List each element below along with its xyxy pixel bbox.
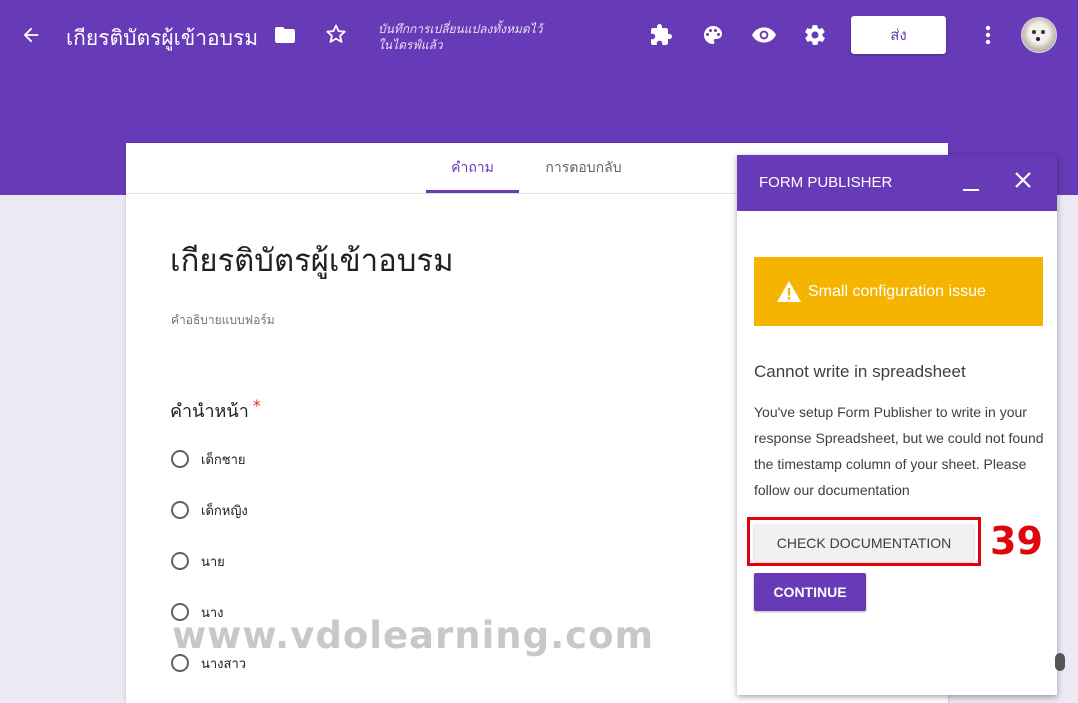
panel-header: FORM PUBLISHER: [737, 155, 1057, 211]
minimize-icon[interactable]: [962, 169, 982, 195]
error-message: You've setup Form Publisher to write in …: [754, 404, 1044, 498]
radio-option[interactable]: นาย: [171, 549, 225, 573]
form-title-header[interactable]: เกียรติบัตรผู้เข้าอบรม: [66, 22, 258, 55]
radio-option[interactable]: เด็กชาย: [171, 447, 246, 471]
tab-questions[interactable]: คำถาม: [426, 143, 519, 193]
eye-icon[interactable]: [748, 20, 780, 50]
radio-button[interactable]: [171, 552, 189, 570]
error-heading: Cannot write in spreadsheet: [754, 362, 966, 381]
required-mark: *: [252, 396, 261, 415]
form-title[interactable]: เกียรติบัตรผู้เข้าอบรม: [170, 235, 454, 285]
user-avatar[interactable]: [1021, 17, 1057, 53]
form-publisher-panel: FORM PUBLISHER Small configuration issue…: [737, 155, 1057, 695]
app-toolbar: เกียรติบัตรผู้เข้าอบรม บันทึกการเปลี่ยนแ…: [0, 0, 1078, 72]
watermark: www.vdolearning.com: [172, 614, 655, 657]
warning-text: Small configuration issue: [808, 282, 986, 300]
close-icon[interactable]: [1011, 165, 1035, 195]
save-status-line2: ในไดรฟ์แล้ว: [378, 38, 443, 52]
option-label: นาย: [201, 554, 225, 570]
option-label: เด็กชาย: [201, 452, 246, 468]
save-status-line1: บันทึกการเปลี่ยนแปลงทั้งหมดไว้: [378, 22, 543, 36]
star-outline-icon[interactable]: [320, 18, 352, 50]
question-title-text: คำนำหน้า: [170, 401, 249, 422]
tab-responses[interactable]: การตอบกลับ: [531, 143, 636, 193]
scroll-handle[interactable]: [1055, 653, 1065, 671]
form-description-field[interactable]: คำอธิบายแบบฟอร์ม: [171, 311, 275, 330]
question-title[interactable]: คำนำหน้า *: [170, 396, 261, 425]
folder-icon[interactable]: [270, 20, 300, 50]
continue-button[interactable]: CONTINUE: [754, 573, 866, 611]
active-tab-indicator: [426, 190, 519, 193]
radio-option[interactable]: เด็กหญิง: [171, 498, 248, 522]
warning-banner: Small configuration issue: [754, 257, 1043, 326]
radio-button[interactable]: [171, 501, 189, 519]
step-number: 39: [990, 519, 1043, 563]
palette-icon[interactable]: [698, 20, 728, 50]
more-vertical-icon[interactable]: [974, 20, 1002, 50]
save-status: บันทึกการเปลี่ยนแปลงทั้งหมดไว้ ในไดรฟ์แล…: [378, 21, 563, 53]
panel-title: FORM PUBLISHER: [759, 174, 893, 191]
gear-icon[interactable]: [800, 20, 830, 50]
highlight-box: [747, 517, 981, 566]
warning-triangle-icon: [776, 280, 802, 304]
puzzle-icon[interactable]: [646, 20, 676, 50]
option-label: เด็กหญิง: [201, 503, 248, 519]
send-button[interactable]: ส่ง: [851, 16, 946, 54]
radio-button[interactable]: [171, 450, 189, 468]
arrow-left-icon[interactable]: [14, 18, 48, 52]
